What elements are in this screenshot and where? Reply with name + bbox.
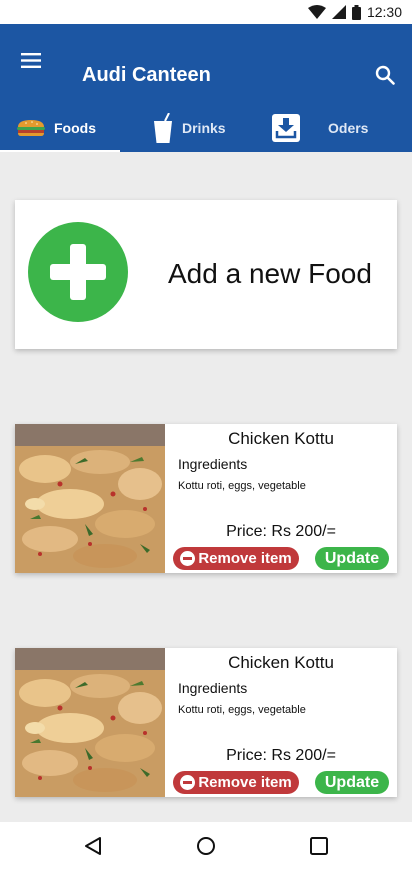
tab-drinks[interactable]: Drinks <box>120 104 260 152</box>
food-photo <box>15 648 165 797</box>
food-price: Price: Rs 200/= <box>226 523 336 540</box>
plus-icon <box>28 222 128 322</box>
tab-foods[interactable]: Foods <box>0 104 120 152</box>
add-food-label: Add a new Food <box>168 258 372 289</box>
drink-cup-icon <box>154 113 172 143</box>
minus-circle-icon <box>180 775 196 790</box>
remove-item-button[interactable]: Remove item <box>173 771 299 794</box>
food-item-card: Chicken Kottu Ingredients Kottu roti, eg… <box>15 424 397 573</box>
wifi-icon <box>307 5 326 19</box>
add-food-card[interactable]: Add a new Food <box>15 200 397 349</box>
food-photo <box>15 424 165 573</box>
status-icons: 12:30 <box>307 4 402 20</box>
home-circle-icon <box>196 837 215 855</box>
food-image <box>15 648 165 797</box>
tab-orders[interactable]: Oders <box>260 104 412 152</box>
battery-icon <box>351 4 361 20</box>
food-name: Chicken Kottu <box>228 429 334 448</box>
signal-icon <box>331 5 346 19</box>
status-bar: 12:30 <box>0 0 412 24</box>
menu-button[interactable] <box>14 46 48 74</box>
tab-orders-label: Oders <box>328 120 369 136</box>
food-price: Price: Rs 200/= <box>226 747 336 764</box>
selected-tab-indicator <box>0 150 120 152</box>
update-button[interactable]: Update <box>315 547 389 570</box>
app-title: Audi Canteen <box>82 64 211 86</box>
inbox-download-icon <box>272 114 300 142</box>
food-item-card: Chicken Kottu Ingredients Kottu roti, eg… <box>15 648 397 797</box>
remove-item-label: Remove item <box>198 774 292 791</box>
system-nav-bar <box>0 822 412 870</box>
tab-foods-label: Foods <box>54 120 96 136</box>
nav-back-button[interactable] <box>73 826 113 866</box>
update-button[interactable]: Update <box>315 771 389 794</box>
food-image <box>15 424 165 573</box>
status-time: 12:30 <box>366 4 402 20</box>
tab-drinks-label: Drinks <box>182 120 226 136</box>
minus-circle-icon <box>180 551 196 566</box>
recents-square-icon <box>310 837 329 855</box>
tab-bar: Foods Drinks Oders <box>0 104 412 152</box>
ingredients-heading: Ingredients <box>178 680 248 696</box>
remove-item-button[interactable]: Remove item <box>173 547 299 570</box>
remove-item-label: Remove item <box>198 550 292 567</box>
back-triangle-icon <box>84 837 101 855</box>
nav-recents-button[interactable] <box>299 826 339 866</box>
nav-home-button[interactable] <box>186 826 226 866</box>
burger-icon <box>17 120 45 136</box>
ingredients-text: Kottu roti, eggs, vegetable <box>178 704 306 716</box>
ingredients-heading: Ingredients <box>178 456 248 472</box>
search-icon <box>375 65 395 85</box>
ingredients-text: Kottu roti, eggs, vegetable <box>178 480 306 492</box>
search-button[interactable] <box>372 62 398 88</box>
food-name: Chicken Kottu <box>228 653 334 672</box>
hamburger-menu-icon <box>21 52 41 68</box>
app-bar: Audi Canteen Foods Drinks Oders <box>0 24 412 152</box>
